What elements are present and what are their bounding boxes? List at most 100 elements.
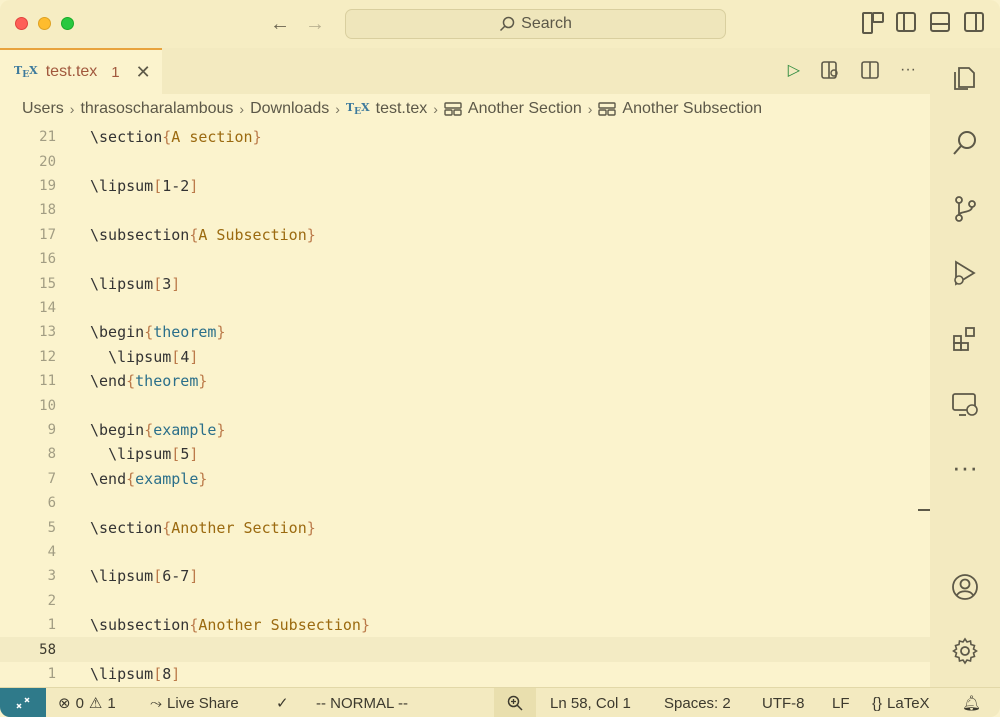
close-window-button[interactable] (15, 17, 28, 30)
code-line[interactable]: 12 \lipsum[4] (0, 345, 930, 369)
symbol-structure-icon (444, 102, 462, 116)
line-number: 18 (39, 202, 56, 219)
latex-command: \section (90, 518, 163, 537)
code-text: \lipsum[5] (90, 445, 198, 463)
remote-explorer-icon[interactable] (950, 390, 980, 420)
line-number: 12 (39, 348, 56, 365)
zoom-button[interactable] (494, 688, 536, 717)
toggle-primary-sidebar-icon[interactable] (896, 12, 916, 32)
live-share-icon: ⤳ (150, 694, 163, 712)
code-line[interactable]: 15 \lipsum[3] (0, 271, 930, 295)
vscode-window: ← → Search TEX test.tex 1 ✕ ▷ ··· Users (0, 0, 1000, 717)
search-icon[interactable] (950, 128, 980, 158)
customize-layout-icon[interactable] (862, 12, 884, 34)
current-line[interactable]: 58 (0, 637, 930, 662)
latex-argument: 3 (162, 274, 172, 293)
language-mode[interactable]: {} LaTeX (872, 688, 930, 717)
code-line[interactable]: 11 \end{theorem} (0, 369, 930, 393)
breadcrumb-user-folder[interactable]: thrasoscharalambous (80, 100, 233, 118)
run-icon[interactable]: ▷ (788, 60, 800, 80)
code-line[interactable]: 7 \end{example} (0, 467, 930, 491)
code-line[interactable]: 10 (0, 393, 930, 417)
accounts-icon[interactable] (950, 572, 980, 602)
notifications-bell-icon[interactable]: 🔔︎ (962, 688, 981, 717)
indentation[interactable]: Spaces: 2 (664, 688, 731, 717)
code-line[interactable]: 1 \subsection{Another Subsection} (0, 613, 930, 637)
latex-command: \lipsum (108, 347, 172, 366)
bracket: [ (153, 664, 163, 683)
code-line[interactable]: 13 \begin{theorem} (0, 320, 930, 344)
code-text: \end{example} (90, 470, 207, 488)
line-number: 4 (47, 543, 56, 560)
line-number: 8 (47, 446, 56, 463)
run-and-debug-icon[interactable] (950, 258, 980, 288)
back-arrow-icon[interactable]: ← (270, 12, 290, 36)
maximize-window-button[interactable] (61, 17, 74, 30)
bracket: } (216, 420, 226, 439)
bracket: { (162, 518, 172, 537)
breadcrumb-downloads[interactable]: Downloads (250, 100, 329, 118)
check-icon[interactable]: ✓ (276, 688, 289, 717)
toggle-panel-icon[interactable] (930, 12, 950, 32)
code-line[interactable]: 21 \section{A section} (0, 125, 930, 149)
code-line[interactable]: 5 \section{Another Section} (0, 515, 930, 539)
tab-problem-count: 1 (111, 63, 120, 81)
breadcrumb-subsection[interactable]: Another Subsection (622, 100, 762, 118)
latex-argument: Another Section (171, 518, 307, 537)
extensions-icon[interactable] (950, 324, 980, 354)
line-number: 58 (39, 641, 56, 658)
command-center-search[interactable]: Search (345, 9, 726, 39)
breadcrumb-section[interactable]: Another Section (468, 100, 582, 118)
latex-argument: A section (171, 128, 253, 147)
line-number: 21 (39, 129, 56, 146)
code-text: \section{Another Section} (90, 519, 316, 537)
cursor-position[interactable]: Ln 58, Col 1 (550, 688, 631, 717)
latex-command: \lipsum (90, 664, 154, 683)
tab-test-tex[interactable]: TEX test.tex 1 ✕ (0, 48, 162, 94)
latex-command: \end (90, 372, 127, 391)
code-editor[interactable]: 21 \section{A section} 20 19 \lipsum[1-2] 18 1… (0, 125, 930, 687)
forward-arrow-icon[interactable]: → (305, 12, 325, 36)
breadcrumb: Users › thrasoscharalambous › Downloads … (22, 96, 762, 122)
chevron-right-icon: › (239, 101, 245, 117)
code-line[interactable]: 8 \lipsum[5] (0, 442, 930, 466)
code-line[interactable]: 6 (0, 491, 930, 515)
code-line[interactable]: 18 (0, 198, 930, 222)
source-control-icon[interactable] (950, 194, 980, 224)
bracket: ] (189, 445, 199, 464)
code-line[interactable]: 16 (0, 247, 930, 271)
live-share-button[interactable]: ⤳ Live Share (150, 688, 239, 717)
latex-command: \lipsum (90, 274, 154, 293)
code-line[interactable]: 3 \lipsum[6-7] (0, 564, 930, 588)
code-line[interactable]: 9 \begin{example} (0, 418, 930, 442)
minimize-window-button[interactable] (38, 17, 51, 30)
breadcrumb-users[interactable]: Users (22, 100, 64, 118)
toggle-secondary-sidebar-icon[interactable] (964, 12, 984, 32)
code-line[interactable]: 4 (0, 540, 930, 564)
code-line[interactable]: 19 \lipsum[1-2] (0, 174, 930, 198)
status-bar: ⊗ 0 ⚠ 1 ⤳ Live Share ✓ -- NORMAL -- Ln 5… (0, 687, 1000, 717)
split-editor-icon[interactable] (860, 60, 880, 80)
open-preview-icon[interactable] (820, 60, 840, 80)
line-number: 1 (47, 665, 56, 682)
code-line[interactable]: 2 (0, 589, 930, 613)
code-text: \end{theorem} (90, 372, 207, 390)
end-of-line[interactable]: LF (832, 688, 850, 717)
code-line[interactable]: 20 (0, 149, 930, 173)
code-line[interactable]: 17 \subsection{A Subsection} (0, 223, 930, 247)
breadcrumb-file[interactable]: test.tex (376, 100, 428, 118)
code-line[interactable]: 14 (0, 296, 930, 320)
code-text: \lipsum[3] (90, 275, 180, 293)
explorer-icon[interactable] (950, 62, 980, 92)
close-tab-icon[interactable]: ✕ (136, 62, 151, 83)
bracket: [ (171, 445, 181, 464)
encoding[interactable]: UTF-8 (762, 688, 805, 717)
code-text: \subsection{Another Subsection} (90, 616, 370, 634)
gear-icon[interactable] (950, 636, 980, 666)
more-icon[interactable]: ··· (950, 452, 980, 482)
more-actions-icon[interactable]: ··· (900, 61, 916, 79)
search-label: Search (521, 15, 572, 32)
remote-indicator[interactable] (0, 688, 46, 717)
problems-indicator[interactable]: ⊗ 0 ⚠ 1 (58, 688, 116, 717)
code-line[interactable]: 1 \lipsum[8] (0, 662, 930, 686)
